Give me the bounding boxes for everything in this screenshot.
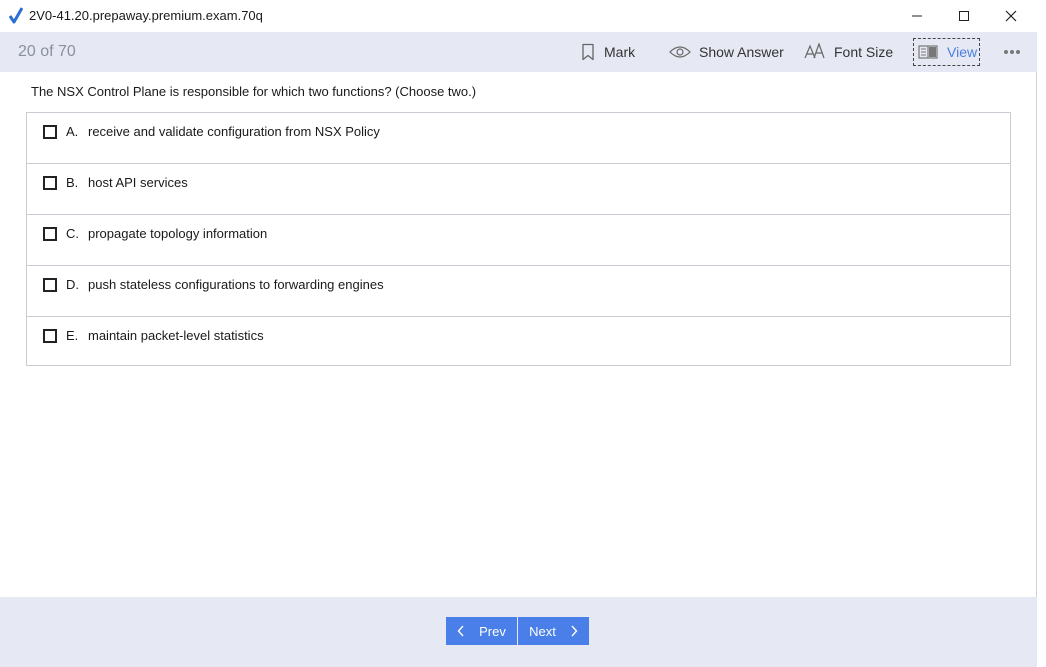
- toolbar: 20 of 70 Mark Show Answer Font Size View: [0, 32, 1037, 72]
- exam-window: 2V0-41.20.prepaway.premium.exam.70q 20 o…: [0, 0, 1037, 667]
- option-checkbox[interactable]: [43, 176, 57, 190]
- option-text: propagate topology information: [88, 226, 268, 241]
- chevron-left-icon: [457, 625, 464, 637]
- prev-button[interactable]: Prev: [446, 617, 517, 645]
- option-b[interactable]: B. host API services: [27, 164, 1010, 215]
- maximize-button[interactable]: [941, 0, 987, 32]
- prev-label: Prev: [479, 623, 506, 639]
- next-label: Next: [529, 623, 556, 639]
- window-title: 2V0-41.20.prepaway.premium.exam.70q: [29, 8, 263, 23]
- option-text: push stateless configurations to forward…: [88, 277, 384, 292]
- question-counter: 20 of 70: [18, 43, 76, 60]
- maximize-icon: [959, 11, 969, 21]
- view-button[interactable]: View: [913, 38, 980, 66]
- option-letter: A.: [66, 124, 79, 139]
- option-d[interactable]: D. push stateless configurations to forw…: [27, 266, 1010, 317]
- option-letter: C.: [66, 226, 79, 241]
- next-button[interactable]: Next: [518, 617, 589, 645]
- title-bar: 2V0-41.20.prepaway.premium.exam.70q: [0, 0, 1037, 32]
- close-icon: [1005, 10, 1017, 22]
- more-icon: [1004, 50, 1020, 54]
- footer-bar: Prev Next: [0, 597, 1037, 667]
- mark-label: Mark: [604, 44, 636, 60]
- option-letter: D.: [66, 277, 79, 292]
- question-text: The NSX Control Plane is responsible for…: [31, 84, 477, 99]
- option-e[interactable]: E. maintain packet-level statistics: [27, 317, 1010, 368]
- option-checkbox[interactable]: [43, 125, 57, 139]
- option-letter: B.: [66, 175, 79, 190]
- chevron-right-icon: [571, 625, 578, 637]
- minimize-icon: [912, 15, 922, 17]
- option-checkbox[interactable]: [43, 227, 57, 241]
- desktop-edge: [1037, 0, 1046, 667]
- font-size-icon: [804, 43, 825, 59]
- option-a[interactable]: A. receive and validate configuration fr…: [27, 113, 1010, 164]
- answer-options: A. receive and validate configuration fr…: [26, 112, 1011, 366]
- option-text: receive and validate configuration from …: [88, 124, 380, 139]
- option-letter: E.: [66, 328, 79, 343]
- minimize-button[interactable]: [894, 0, 940, 32]
- view-label: View: [947, 44, 978, 60]
- font-size-label: Font Size: [834, 44, 894, 60]
- option-text: maintain packet-level statistics: [88, 328, 264, 343]
- option-c[interactable]: C. propagate topology information: [27, 215, 1010, 266]
- option-checkbox[interactable]: [43, 329, 57, 343]
- eye-icon: [669, 46, 691, 58]
- option-text: host API services: [88, 175, 188, 190]
- checkmark-app-icon: [9, 7, 23, 24]
- bookmark-icon: [582, 43, 594, 61]
- show-answer-button[interactable]: Show Answer: [669, 32, 784, 72]
- font-size-button[interactable]: Font Size: [804, 32, 893, 72]
- mark-button[interactable]: Mark: [580, 32, 635, 72]
- more-button[interactable]: [1003, 32, 1021, 72]
- option-checkbox[interactable]: [43, 278, 57, 292]
- close-button[interactable]: [988, 0, 1034, 32]
- view-layout-icon: [918, 45, 938, 59]
- show-answer-label: Show Answer: [699, 44, 784, 60]
